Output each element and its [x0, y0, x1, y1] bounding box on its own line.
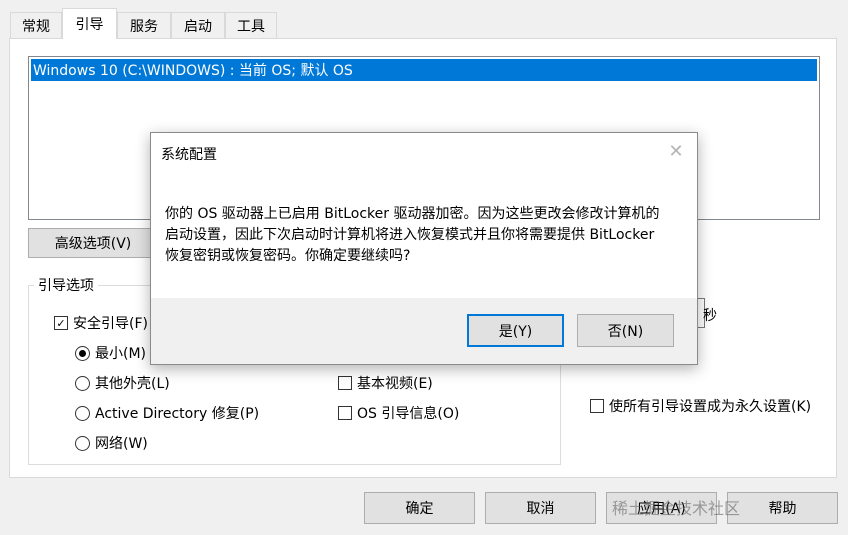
dialog-message-line: 你的 OS 驱动器上已启用 BitLocker 驱动器加密。因为这些更改会修改计… [165, 206, 660, 222]
network-radio[interactable]: 网络(W) [75, 433, 148, 453]
tab-general[interactable]: 常规 [10, 12, 62, 38]
cancel-button-label: 取消 [526, 501, 555, 517]
checkbox-icon [338, 406, 352, 420]
tab-boot-label: 引导 [75, 17, 104, 33]
dialog-title: 系统配置 [161, 147, 217, 163]
advanced-options-button[interactable]: 高级选项(V) [28, 228, 158, 258]
close-icon[interactable]: ✕ [665, 140, 687, 162]
ok-button[interactable]: 确定 [364, 492, 475, 524]
os-list-item[interactable]: Windows 10 (C:\WINDOWS) : 当前 OS; 默认 OS [31, 59, 817, 81]
tab-tools-label: 工具 [237, 18, 265, 35]
alternate-shell-radio[interactable]: 其他外壳(L) [75, 373, 170, 393]
dialog-message-line: 恢复密钥或恢复密码。你确定要继续吗? [165, 248, 411, 264]
tab-startup[interactable]: 启动 [171, 12, 225, 38]
no-button[interactable]: 否(N) [577, 314, 674, 347]
safe-boot-checkbox[interactable]: ✓ 安全引导(F) [54, 313, 148, 333]
checkbox-icon [590, 399, 604, 413]
tab-boot[interactable]: 引导 [62, 8, 117, 39]
radio-selected-icon [75, 345, 90, 361]
help-button[interactable]: 帮助 [727, 492, 838, 524]
bitlocker-warning-dialog: 系统配置 ✕ 你的 OS 驱动器上已启用 BitLocker 驱动器加密。因为这… [150, 132, 698, 365]
make-permanent-label: 使所有引导设置成为永久设置(K) [609, 399, 812, 415]
tab-startup-label: 启动 [184, 18, 212, 35]
tab-general-label: 常规 [22, 18, 50, 35]
os-list-item-label: Windows 10 (C:\WINDOWS) : 当前 OS; 默认 OS [33, 63, 353, 79]
system-config-window: 常规 引导 服务 启动 工具 Windows 10 (C:\WINDOWS) :… [0, 0, 848, 535]
tab-services[interactable]: 服务 [117, 12, 171, 38]
minimal-label: 最小(M) [95, 346, 147, 362]
minimal-radio[interactable]: 最小(M) [75, 343, 146, 363]
os-boot-info-checkbox[interactable]: OS 引导信息(O) [338, 403, 459, 423]
radio-icon [75, 435, 90, 451]
os-boot-info-label: OS 引导信息(O) [357, 406, 460, 422]
active-directory-radio[interactable]: Active Directory 修复(P) [75, 403, 259, 423]
tab-services-label: 服务 [130, 18, 158, 35]
no-button-label: 否(N) [607, 323, 644, 340]
base-video-checkbox[interactable]: 基本视频(E) [338, 373, 433, 393]
dialog-message: 你的 OS 驱动器上已启用 BitLocker 驱动器加密。因为这些更改会修改计… [165, 204, 675, 267]
help-button-label: 帮助 [768, 501, 797, 517]
checkbox-checked-icon: ✓ [54, 316, 68, 330]
yes-button-label: 是(Y) [498, 323, 533, 340]
timeout-unit-label: 秒 [703, 308, 717, 324]
cancel-button[interactable]: 取消 [485, 492, 596, 524]
make-permanent-checkbox[interactable]: 使所有引导设置成为永久设置(K) [590, 396, 811, 416]
safe-boot-label: 安全引导(F) [73, 316, 148, 332]
active-directory-label: Active Directory 修复(P) [95, 406, 260, 422]
yes-button[interactable]: 是(Y) [467, 314, 564, 347]
base-video-label: 基本视频(E) [357, 376, 433, 392]
checkbox-icon [338, 376, 352, 390]
radio-icon [75, 405, 90, 421]
watermark: 稀土掘金技术社区 [612, 499, 741, 518]
tab-tools[interactable]: 工具 [225, 12, 277, 38]
advanced-options-label: 高级选项(V) [54, 236, 132, 252]
dialog-footer: 是(Y) 否(N) [151, 298, 697, 364]
alternate-shell-label: 其他外壳(L) [95, 376, 170, 392]
network-label: 网络(W) [95, 436, 148, 452]
boot-options-title: 引导选项 [34, 275, 98, 295]
radio-icon [75, 375, 90, 391]
ok-button-label: 确定 [405, 501, 434, 517]
dialog-message-line: 启动设置，因此下次启动时计算机将进入恢复模式并且你将需要提供 BitLocker [165, 227, 655, 243]
